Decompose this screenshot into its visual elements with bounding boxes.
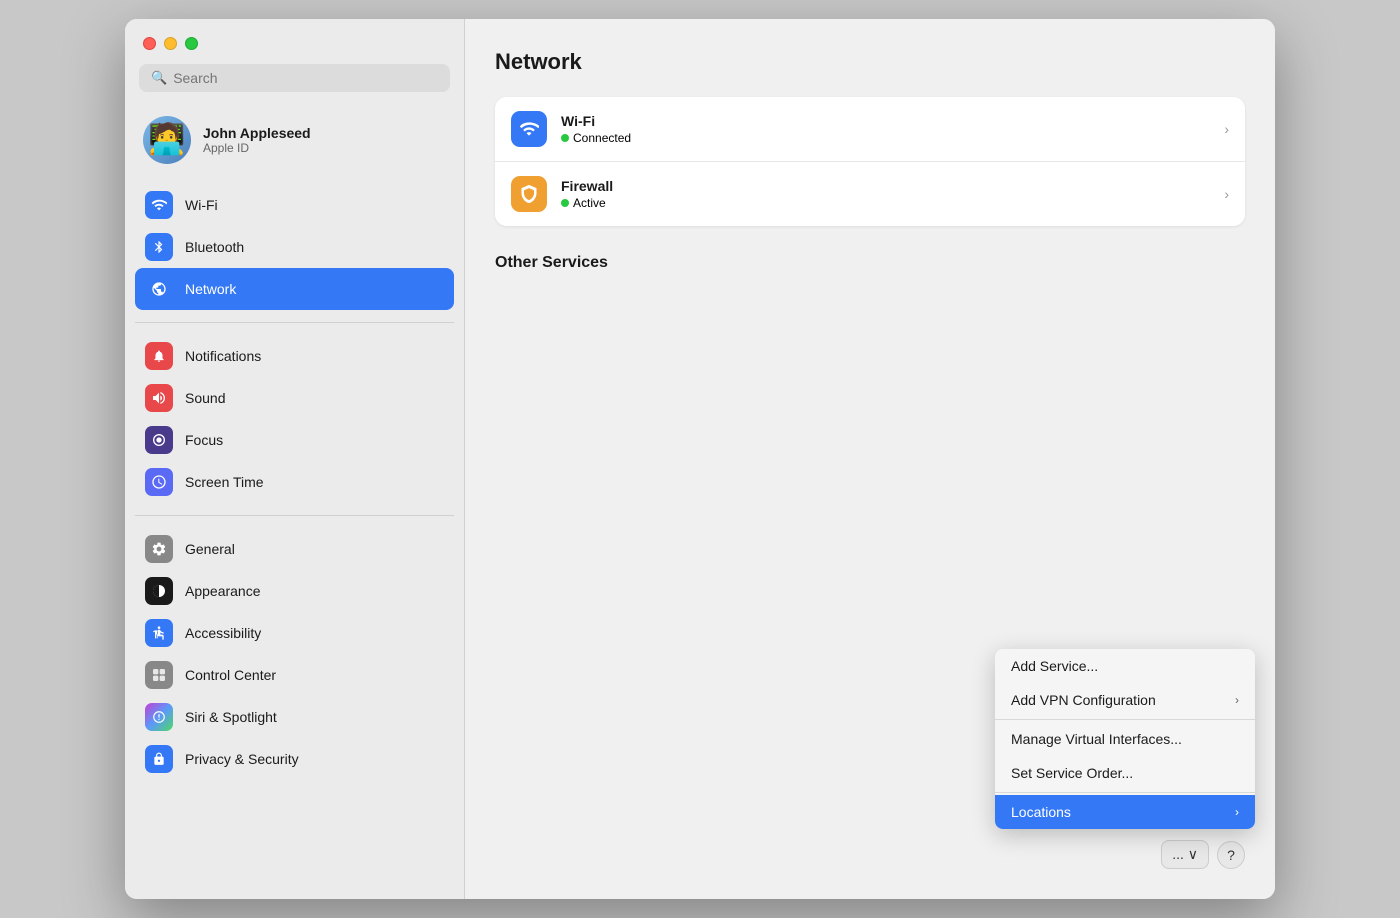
search-icon: 🔍: [151, 70, 167, 86]
search-bar[interactable]: 🔍: [139, 64, 450, 92]
sidebar-item-privacy-label: Privacy & Security: [185, 751, 299, 767]
wifi-status-text: Connected: [573, 131, 631, 145]
add-service-label: Add Service...: [1011, 658, 1098, 674]
wifi-net-name: Wi-Fi: [561, 113, 1210, 129]
sidebar-item-notifications[interactable]: Notifications: [135, 335, 454, 377]
user-profile[interactable]: 🧑‍💻 John Appleseed Apple ID: [125, 106, 464, 180]
sidebar-item-general-label: General: [185, 541, 235, 557]
dropdown-divider: [995, 719, 1255, 720]
sidebar-item-controlcenter[interactable]: Control Center: [135, 654, 454, 696]
sidebar-item-screentime[interactable]: Screen Time: [135, 461, 454, 503]
screentime-icon: [145, 468, 173, 496]
general-icon: [145, 535, 173, 563]
sidebar-item-wifi[interactable]: Wi-Fi: [135, 184, 454, 226]
set-service-order-label: Set Service Order...: [1011, 765, 1133, 781]
sidebar-item-siri[interactable]: Siri & Spotlight: [135, 696, 454, 738]
sidebar-item-network[interactable]: Network: [135, 268, 454, 310]
sidebar: 🔍 🧑‍💻 John Appleseed Apple ID Wi-Fi: [125, 19, 465, 899]
sidebar-divider-2: [135, 515, 454, 516]
network-icon: [145, 275, 173, 303]
sidebar-item-bluetooth[interactable]: Bluetooth: [135, 226, 454, 268]
sidebar-item-screentime-label: Screen Time: [185, 474, 264, 490]
firewall-status-text: Active: [573, 196, 606, 210]
privacy-icon: [145, 745, 173, 773]
sidebar-item-appearance[interactable]: Appearance: [135, 570, 454, 612]
user-info: John Appleseed Apple ID: [203, 125, 311, 155]
main-content: Network Wi-Fi Connected ›: [465, 19, 1275, 899]
sidebar-item-general[interactable]: General: [135, 528, 454, 570]
search-input[interactable]: [173, 70, 438, 86]
dropdown-item-add-vpn[interactable]: Add VPN Configuration ›: [995, 683, 1255, 717]
siri-icon: [145, 703, 173, 731]
sidebar-item-focus-label: Focus: [185, 432, 223, 448]
help-button[interactable]: ?: [1217, 841, 1245, 869]
sidebar-divider-1: [135, 322, 454, 323]
sidebar-section-bottom: General Appearance Acces: [125, 524, 464, 784]
notifications-icon: [145, 342, 173, 370]
sidebar-item-sound[interactable]: Sound: [135, 377, 454, 419]
sidebar-item-focus[interactable]: Focus: [135, 419, 454, 461]
maximize-button[interactable]: [185, 37, 198, 50]
network-item-firewall[interactable]: Firewall Active ›: [495, 162, 1245, 226]
sidebar-item-accessibility[interactable]: Accessibility: [135, 612, 454, 654]
firewall-net-info: Firewall Active: [561, 178, 1210, 210]
other-services-title: Other Services: [495, 254, 1245, 272]
controlcenter-icon: [145, 661, 173, 689]
avatar: 🧑‍💻: [143, 116, 191, 164]
minimize-button[interactable]: [164, 37, 177, 50]
add-vpn-chevron: ›: [1235, 693, 1239, 707]
sound-icon: [145, 384, 173, 412]
wifi-net-status: Connected: [561, 131, 1210, 145]
sidebar-item-bluetooth-label: Bluetooth: [185, 239, 244, 255]
sidebar-item-accessibility-label: Accessibility: [185, 625, 261, 641]
wifi-status-dot: [561, 134, 569, 142]
dots-label: ... ∨: [1172, 846, 1198, 863]
help-label: ?: [1227, 847, 1235, 863]
network-list: Wi-Fi Connected › Firewall: [495, 97, 1245, 226]
wifi-icon: [145, 191, 173, 219]
accessibility-icon: [145, 619, 173, 647]
sidebar-item-controlcenter-label: Control Center: [185, 667, 276, 683]
locations-label: Locations: [1011, 804, 1071, 820]
sidebar-item-wifi-label: Wi-Fi: [185, 197, 218, 213]
dropdown-item-locations[interactable]: Locations ›: [995, 795, 1255, 829]
sidebar-item-privacy[interactable]: Privacy & Security: [135, 738, 454, 780]
user-name: John Appleseed: [203, 125, 311, 141]
add-vpn-label: Add VPN Configuration: [1011, 692, 1156, 708]
sidebar-item-notifications-label: Notifications: [185, 348, 261, 364]
traffic-lights: [125, 19, 464, 64]
user-subtitle: Apple ID: [203, 141, 311, 155]
avatar-emoji: 🧑‍💻: [148, 125, 185, 155]
bottom-bar: ... ∨ ?: [1161, 840, 1245, 869]
focus-icon: [145, 426, 173, 454]
sidebar-section-mid: Notifications Sound Focus: [125, 331, 464, 507]
dropdown-menu: Add Service... Add VPN Configuration › M…: [995, 649, 1255, 829]
wifi-net-icon: [511, 111, 547, 147]
sidebar-item-siri-label: Siri & Spotlight: [185, 709, 277, 725]
manage-virtual-label: Manage Virtual Interfaces...: [1011, 731, 1182, 747]
wifi-net-info: Wi-Fi Connected: [561, 113, 1210, 145]
dropdown-item-set-service-order[interactable]: Set Service Order...: [995, 756, 1255, 790]
dots-button[interactable]: ... ∨: [1161, 840, 1209, 869]
dropdown-divider-2: [995, 792, 1255, 793]
bluetooth-icon: [145, 233, 173, 261]
locations-chevron: ›: [1235, 805, 1239, 819]
page-title: Network: [495, 49, 1245, 75]
wifi-chevron-icon: ›: [1224, 121, 1229, 137]
sidebar-item-sound-label: Sound: [185, 390, 225, 406]
dropdown-item-manage-virtual[interactable]: Manage Virtual Interfaces...: [995, 722, 1255, 756]
firewall-net-icon: [511, 176, 547, 212]
firewall-chevron-icon: ›: [1224, 186, 1229, 202]
firewall-net-status: Active: [561, 196, 1210, 210]
sidebar-item-network-label: Network: [185, 281, 236, 297]
firewall-net-name: Firewall: [561, 178, 1210, 194]
system-preferences-window: 🔍 🧑‍💻 John Appleseed Apple ID Wi-Fi: [125, 19, 1275, 899]
appearance-icon: [145, 577, 173, 605]
firewall-status-dot: [561, 199, 569, 207]
sidebar-section-top: Wi-Fi Bluetooth Network: [125, 180, 464, 314]
dropdown-item-add-service[interactable]: Add Service...: [995, 649, 1255, 683]
close-button[interactable]: [143, 37, 156, 50]
network-item-wifi[interactable]: Wi-Fi Connected ›: [495, 97, 1245, 162]
sidebar-item-appearance-label: Appearance: [185, 583, 261, 599]
